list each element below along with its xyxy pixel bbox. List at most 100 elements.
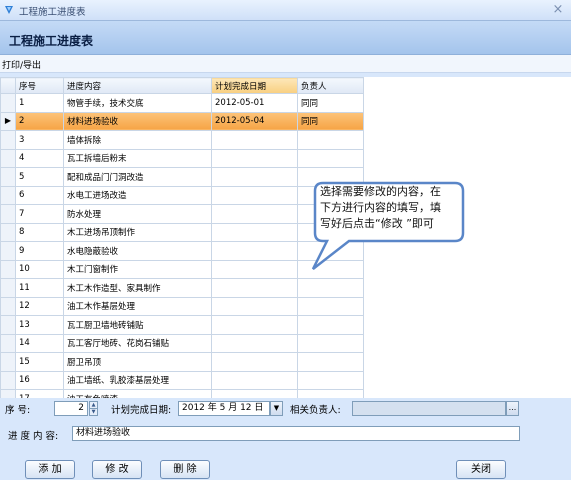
- cell-no[interactable]: 5: [15, 167, 64, 187]
- cell-no[interactable]: 7: [15, 204, 64, 224]
- cell-person[interactable]: 同同: [297, 93, 364, 113]
- row-indicator[interactable]: [0, 167, 16, 187]
- cell-no[interactable]: 10: [15, 259, 64, 279]
- column-header-person[interactable]: 负责人: [297, 77, 364, 94]
- cell-no[interactable]: 4: [15, 148, 64, 168]
- row-indicator[interactable]: [0, 278, 16, 298]
- cell-content[interactable]: 瓦工拆墙后粉末: [63, 148, 212, 168]
- row-indicator[interactable]: [0, 222, 16, 242]
- cell-person[interactable]: [297, 278, 364, 298]
- column-header-content[interactable]: 进度内容: [63, 77, 212, 94]
- cell-no[interactable]: 6: [15, 185, 64, 205]
- cell-content[interactable]: 木工木作造型、家具制作: [63, 278, 212, 298]
- cell-content[interactable]: 瓦工客厅地砖、花岗石铺贴: [63, 333, 212, 353]
- cell-person[interactable]: 同同: [297, 111, 364, 131]
- table-row[interactable]: ▶ 2 材料进场验收 2012-05-04 同同: [0, 111, 364, 131]
- row-indicator[interactable]: [0, 241, 16, 261]
- cell-date[interactable]: 2012-05-01: [211, 93, 298, 113]
- cell-person[interactable]: [297, 370, 364, 390]
- cell-content[interactable]: 配和成品门门洞改造: [63, 167, 212, 187]
- row-indicator[interactable]: [0, 130, 16, 150]
- spin-down-icon[interactable]: ▼: [89, 408, 98, 416]
- cell-person[interactable]: [297, 389, 364, 398]
- cell-no[interactable]: 13: [15, 315, 64, 335]
- edit-button[interactable]: 修 改: [92, 460, 142, 479]
- row-indicator[interactable]: [0, 93, 16, 113]
- row-indicator[interactable]: ▶: [0, 111, 16, 131]
- cell-date[interactable]: [211, 222, 298, 242]
- cell-no[interactable]: 8: [15, 222, 64, 242]
- cell-no[interactable]: 3: [15, 130, 64, 150]
- row-indicator[interactable]: [0, 185, 16, 205]
- cell-person[interactable]: [297, 148, 364, 168]
- cell-person[interactable]: [297, 130, 364, 150]
- cell-no[interactable]: 12: [15, 296, 64, 316]
- cell-person[interactable]: [297, 315, 364, 335]
- table-row[interactable]: 15 厨卫吊顶: [0, 352, 364, 372]
- row-indicator[interactable]: [0, 296, 16, 316]
- table-row[interactable]: 11 木工木作造型、家具制作: [0, 278, 364, 298]
- cell-date[interactable]: [211, 185, 298, 205]
- table-row[interactable]: 17油工有色喷漆: [0, 389, 364, 398]
- column-header-no[interactable]: 序号: [15, 77, 64, 94]
- cell-date[interactable]: [211, 352, 298, 372]
- row-indicator[interactable]: [0, 315, 16, 335]
- cell-date[interactable]: [211, 241, 298, 261]
- table-row[interactable]: 4 瓦工拆墙后粉末: [0, 148, 364, 168]
- row-indicator[interactable]: [0, 259, 16, 279]
- cell-date[interactable]: [211, 315, 298, 335]
- cell-date[interactable]: [211, 204, 298, 224]
- column-header-date[interactable]: 计划完成日期: [211, 77, 298, 94]
- cell-content[interactable]: 油工有色喷漆: [63, 389, 212, 398]
- row-indicator[interactable]: [0, 352, 16, 372]
- cell-content[interactable]: 物管手续，技术交底: [63, 93, 212, 113]
- cell-no[interactable]: 11: [15, 278, 64, 298]
- content-field[interactable]: 材料进场验收: [72, 426, 520, 441]
- cell-date[interactable]: [211, 333, 298, 353]
- no-field[interactable]: 2: [54, 401, 88, 416]
- close-button[interactable]: 关闭: [456, 460, 506, 479]
- row-indicator[interactable]: [0, 370, 16, 390]
- row-indicator[interactable]: [0, 389, 16, 398]
- add-button[interactable]: 添 加: [25, 460, 75, 479]
- cell-person[interactable]: [297, 352, 364, 372]
- cell-date[interactable]: [211, 296, 298, 316]
- cell-no[interactable]: 1: [15, 93, 64, 113]
- person-field[interactable]: [352, 401, 506, 416]
- cell-no[interactable]: 17: [15, 389, 64, 398]
- cell-person[interactable]: [297, 296, 364, 316]
- cell-no[interactable]: 2: [15, 111, 64, 131]
- cell-date[interactable]: [211, 389, 298, 398]
- cell-date[interactable]: [211, 167, 298, 187]
- cell-no[interactable]: 14: [15, 333, 64, 353]
- cell-content[interactable]: 油工木作基层处理: [63, 296, 212, 316]
- cell-date[interactable]: 2012-05-04: [211, 111, 298, 131]
- cell-date[interactable]: [211, 259, 298, 279]
- date-field[interactable]: 2012 年 5 月 12 日: [178, 401, 270, 416]
- cell-content[interactable]: 材料进场验收: [63, 111, 212, 131]
- cell-date[interactable]: [211, 148, 298, 168]
- cell-date[interactable]: [211, 278, 298, 298]
- cell-content[interactable]: 瓦工厨卫墙地砖铺贴: [63, 315, 212, 335]
- cell-content[interactable]: 油工墙纸、乳胶漆基层处理: [63, 370, 212, 390]
- row-indicator[interactable]: [0, 204, 16, 224]
- print-export-menu[interactable]: 打印/导出: [2, 58, 41, 71]
- cell-content[interactable]: 木工门窗制作: [63, 259, 212, 279]
- table-row[interactable]: 14 瓦工客厅地砖、花岗石铺贴: [0, 333, 364, 353]
- cell-content[interactable]: 厨卫吊顶: [63, 352, 212, 372]
- cell-content[interactable]: 木工进场吊顶制作: [63, 222, 212, 242]
- cell-no[interactable]: 16: [15, 370, 64, 390]
- schedule-grid[interactable]: 序号 进度内容 计划完成日期 负责人 1 物管手续，技术交底 2012-05-01 同…: [0, 77, 571, 398]
- cell-content[interactable]: 水电隐蔽验收: [63, 241, 212, 261]
- row-indicator[interactable]: [0, 148, 16, 168]
- cell-date[interactable]: [211, 370, 298, 390]
- row-indicator[interactable]: [0, 333, 16, 353]
- table-row[interactable]: 13 瓦工厨卫墙地砖铺贴: [0, 315, 364, 335]
- cell-content[interactable]: 防水处理: [63, 204, 212, 224]
- date-dropdown-icon[interactable]: ▼: [270, 401, 283, 416]
- person-picker-button[interactable]: ...: [506, 401, 519, 416]
- cell-content[interactable]: 墙体拆除: [63, 130, 212, 150]
- table-row[interactable]: 1 物管手续，技术交底 2012-05-01 同同: [0, 93, 364, 113]
- table-row[interactable]: 3 墙体拆除: [0, 130, 364, 150]
- cell-person[interactable]: [297, 333, 364, 353]
